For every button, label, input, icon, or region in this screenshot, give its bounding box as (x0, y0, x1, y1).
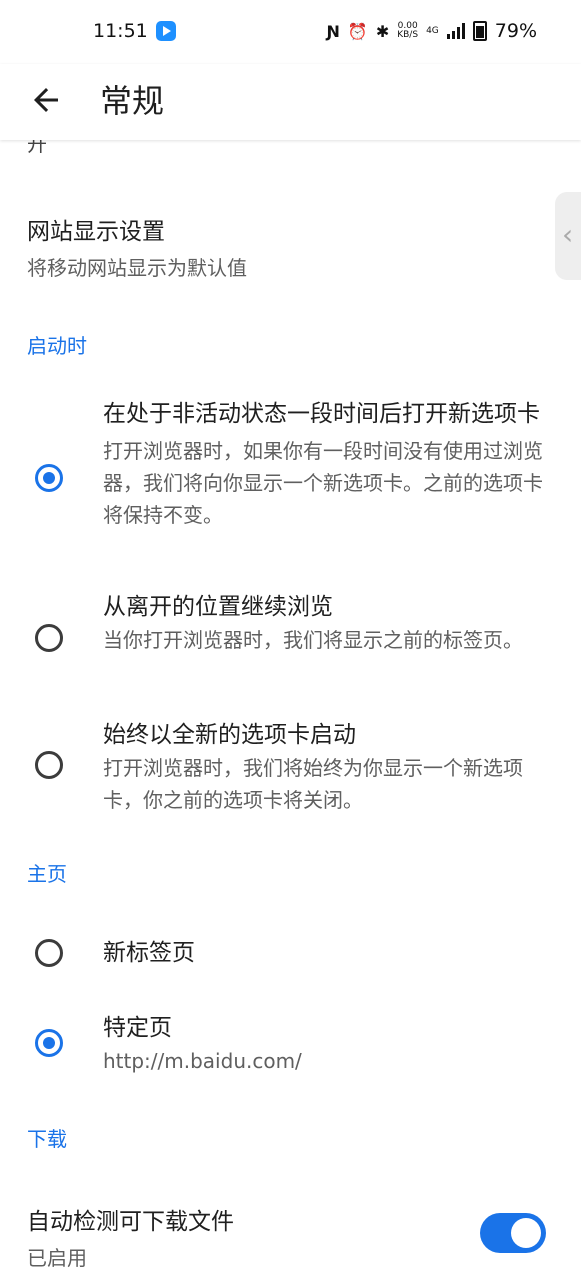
section-header-downloads: 下载 (27, 1127, 67, 1151)
option-title: 特定页 (103, 1015, 172, 1041)
network-speed: 0.00 KB/S (397, 21, 419, 40)
bluetooth-icon: ✱ (375, 21, 390, 41)
site-display-title: 网站显示设置 (27, 219, 165, 245)
section-header-homepage: 主页 (27, 862, 67, 886)
option-title: 始终以全新的选项卡启动 (103, 722, 356, 748)
auto-detect-subtitle: 已启用 (27, 1246, 87, 1270)
section-header-startup: 启动时 (27, 334, 87, 358)
app-notification-icon (156, 21, 176, 41)
battery-percent: 79% (494, 20, 537, 42)
status-time: 11:51 (93, 20, 148, 42)
battery-icon (472, 21, 487, 41)
alarm-icon: ⏰ (347, 21, 368, 41)
radio-specific-page[interactable] (35, 1029, 63, 1057)
status-icons: Ɲ ⏰ ✱ 0.00 KB/S 4G 79% (327, 20, 537, 42)
side-panel-handle[interactable]: ‹ (555, 192, 581, 280)
radio-new-tab-page[interactable] (35, 939, 63, 967)
nfc-icon: Ɲ (326, 21, 340, 41)
radio-continue[interactable] (35, 624, 63, 652)
chevron-left-icon: ‹ (562, 218, 574, 251)
option-title: 新标签页 (103, 940, 195, 966)
option-title: 在处于非活动状态一段时间后打开新选项卡 (103, 401, 540, 427)
site-display-settings[interactable]: 网站显示设置 将移动网站显示为默认值 (27, 212, 547, 281)
auto-detect-toggle[interactable] (480, 1213, 546, 1253)
status-bar: 11:51 Ɲ ⏰ ✱ 0.00 KB/S 4G 79% (0, 0, 581, 64)
signal-icon (446, 23, 465, 39)
page-title: 常规 (100, 82, 165, 120)
radio-inactive-new-tab[interactable] (35, 464, 63, 492)
site-display-subtitle: 将移动网站显示为默认值 (27, 256, 247, 280)
option-subtitle: 当你打开浏览器时，我们将显示之前的标签页。 (103, 628, 523, 652)
app-bar: 常规 (0, 64, 581, 140)
auto-detect-title: 自动检测可下载文件 (27, 1209, 234, 1235)
back-arrow-icon[interactable] (28, 82, 64, 118)
option-subtitle: 打开浏览器时，我们将始终为你显示一个新选项卡，你之前的选项卡将关闭。 (103, 756, 523, 812)
option-subtitle: 打开浏览器时，如果你有一段时间没有使用过浏览器，我们将向你显示一个新选项卡。之前… (103, 439, 543, 527)
homepage-url: http://m.baidu.com/ (103, 1049, 302, 1073)
radio-always-new-tab[interactable] (35, 751, 63, 779)
option-title: 从离开的位置继续浏览 (103, 594, 333, 620)
network-type: 4G (426, 25, 439, 36)
